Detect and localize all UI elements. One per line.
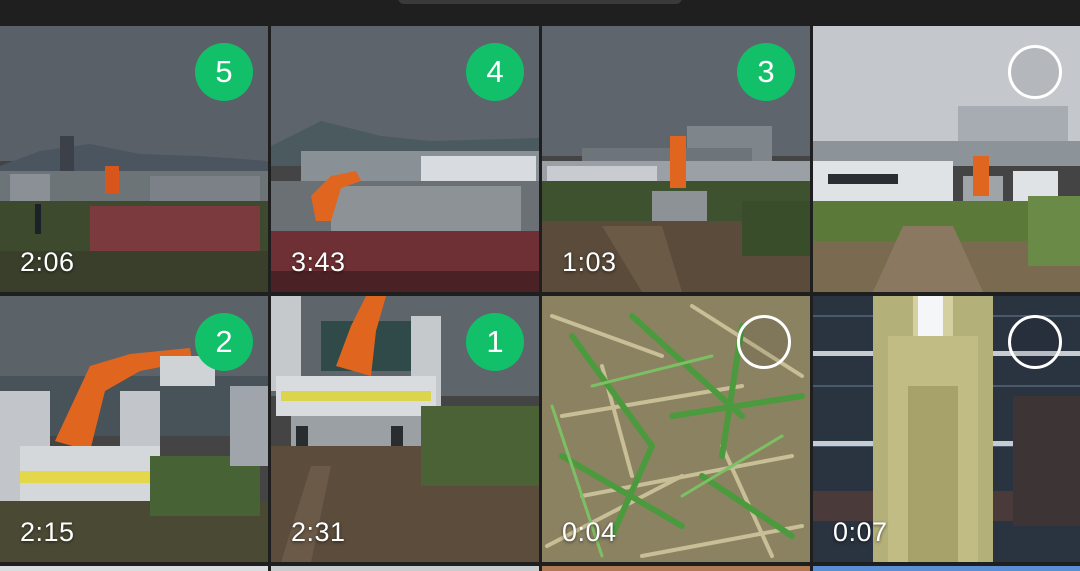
video-thumbnail[interactable]: 0:07 — [813, 296, 1080, 562]
thumbnail-peek — [0, 566, 268, 571]
video-duration: 2:06 — [20, 247, 75, 277]
video-duration: 0:07 — [833, 517, 888, 547]
selection-order-badge[interactable]: 5 — [195, 43, 253, 101]
select-checkbox[interactable] — [1008, 315, 1062, 369]
video-thumbnail[interactable]: 5 2:06 — [0, 26, 268, 292]
thumbnail-peek — [813, 566, 1080, 571]
next-row-peek — [0, 564, 1080, 571]
video-thumbnail[interactable] — [813, 26, 1080, 292]
video-thumbnail[interactable]: 0:04 — [542, 296, 810, 562]
video-duration: 2:31 — [291, 517, 346, 547]
top-bar — [0, 0, 1080, 24]
select-checkbox[interactable] — [1008, 45, 1062, 99]
video-thumbnail[interactable]: 2 2:15 — [0, 296, 268, 562]
selection-order-badge[interactable]: 4 — [466, 43, 524, 101]
video-thumbnail[interactable]: 4 3:43 — [271, 26, 539, 292]
video-duration: 3:43 — [291, 247, 346, 277]
selection-order-badge[interactable]: 3 — [737, 43, 795, 101]
video-duration: 1:03 — [562, 247, 617, 277]
video-thumbnail[interactable]: 1 2:31 — [271, 296, 539, 562]
sheet-drag-handle[interactable] — [398, 0, 682, 4]
video-grid: 5 2:06 4 3:43 3 1:03 2 2:15 1 2:31 0:04 … — [0, 24, 1080, 571]
video-duration: 2:15 — [20, 517, 75, 547]
video-thumbnail[interactable]: 3 1:03 — [542, 26, 810, 292]
select-checkbox[interactable] — [737, 315, 791, 369]
thumbnail-peek — [271, 566, 539, 571]
selection-order-badge[interactable]: 2 — [195, 313, 253, 371]
thumbnail-peek — [542, 566, 810, 571]
video-duration: 0:04 — [562, 517, 617, 547]
selection-order-badge[interactable]: 1 — [466, 313, 524, 371]
